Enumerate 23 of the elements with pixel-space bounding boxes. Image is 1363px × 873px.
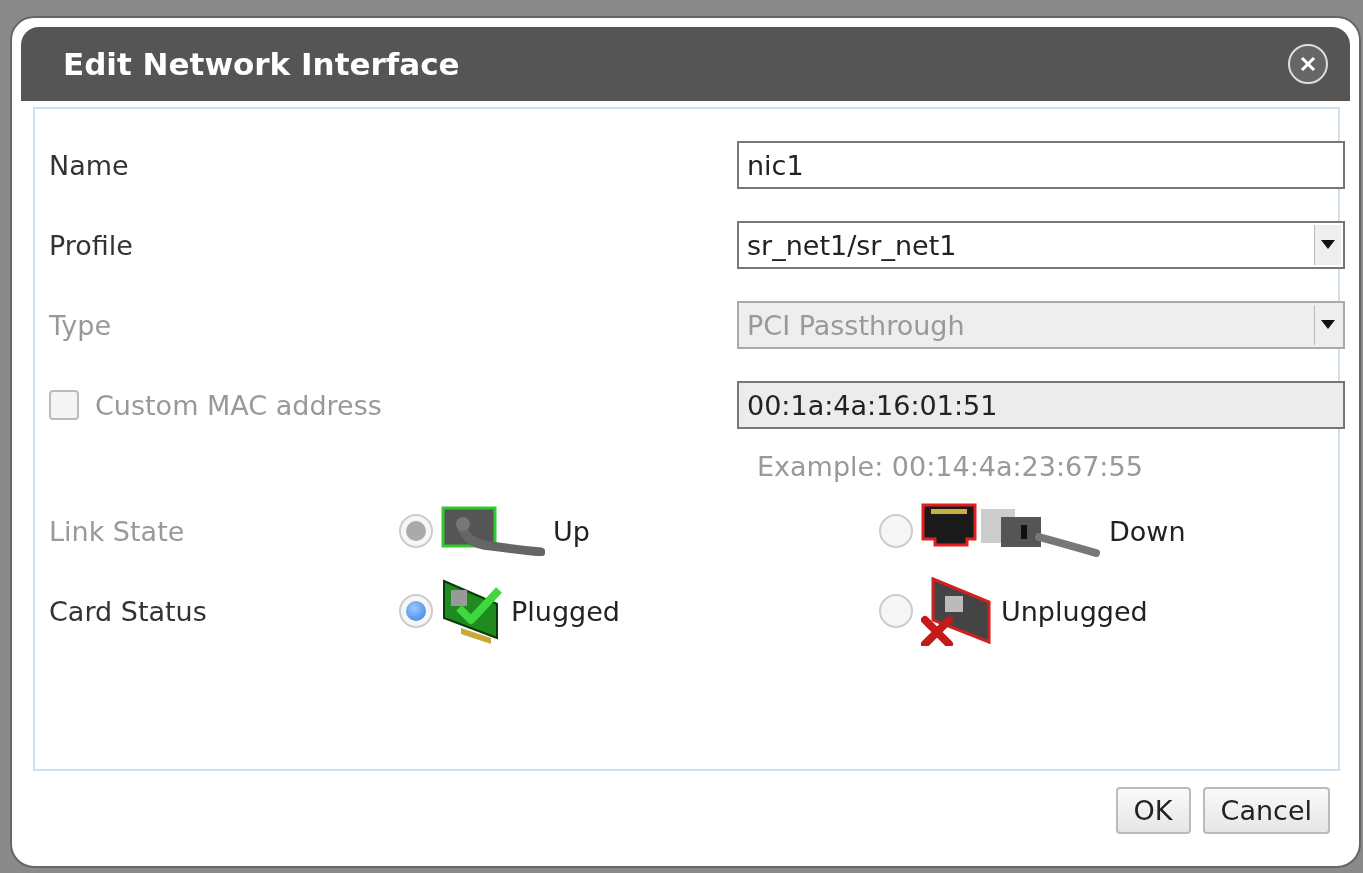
name-field[interactable]: nic1 <box>737 141 1345 189</box>
cable-port-icon <box>441 506 545 556</box>
option-label: Unplugged <box>1001 595 1148 627</box>
dialog-button[interactable]: OK <box>1115 787 1191 834</box>
radio-button[interactable] <box>879 594 913 628</box>
example-hint: Example: 00:14:4a:23:67:55 <box>757 451 1143 482</box>
port-and-plug-icon <box>921 503 1101 559</box>
option-label: Plugged <box>511 595 620 627</box>
dropdown[interactable]: sr_net1/sr_net1 <box>737 221 1345 269</box>
network-card-check-icon <box>441 578 503 644</box>
field-label: Type <box>49 309 112 341</box>
field-label: Name <box>49 149 130 181</box>
network-card-x-icon <box>921 576 993 646</box>
dialog-button[interactable]: Cancel <box>1202 787 1330 834</box>
field-label: Link State <box>49 515 186 547</box>
field-label: Custom MAC address <box>95 389 382 421</box>
radio-button[interactable] <box>399 594 433 628</box>
option-label: Down <box>1109 515 1186 547</box>
close-icon[interactable] <box>1288 44 1328 84</box>
field-label: Profile <box>49 229 134 261</box>
dialog-title: Edit Network Interface <box>63 46 460 82</box>
field-label: Card Status <box>49 595 208 627</box>
option-label: Up <box>553 515 590 547</box>
